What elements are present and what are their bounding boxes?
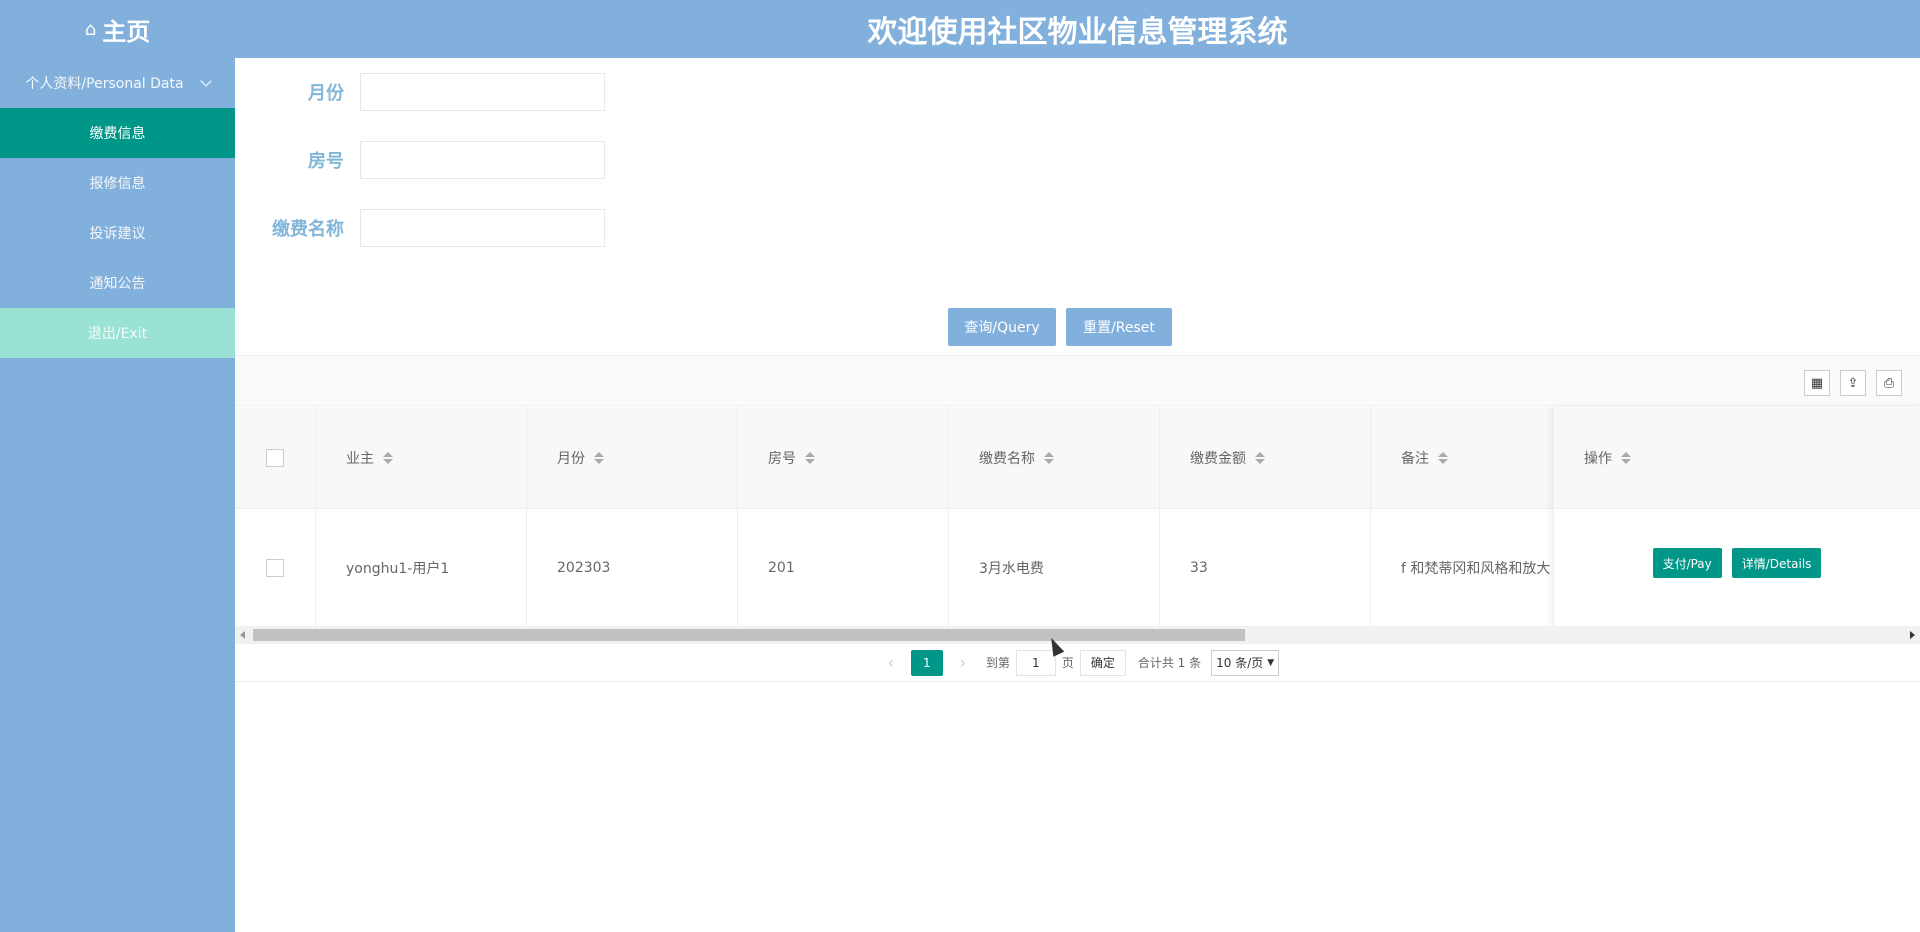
sidebar-group-personal-data[interactable]: 个人资料/Personal Data <box>0 58 235 108</box>
sidebar-item-repair-info[interactable]: 报修信息 <box>0 158 235 208</box>
system-title: 欢迎使用社区物业信息管理系统 <box>867 15 1288 50</box>
details-button[interactable]: 详情/Details <box>1731 548 1822 578</box>
prev-page-icon[interactable]: ‹ <box>876 653 906 672</box>
column-remark[interactable]: 备注 <box>1371 407 1553 508</box>
chevron-down-icon <box>199 74 212 87</box>
select-all-checkbox[interactable] <box>266 448 284 467</box>
cell-amount: 33 <box>1160 509 1371 627</box>
cell-fee-name: 3月水电费 <box>949 509 1160 627</box>
sidebar-item-notices[interactable]: 通知公告 <box>0 258 235 308</box>
reset-button[interactable]: 重置/Reset <box>1066 308 1172 346</box>
pay-button[interactable]: 支付/Pay <box>1652 548 1722 578</box>
fixed-actions-column: 操作 支付/Pay 详情/Details <box>1553 407 1920 627</box>
sort-icon[interactable] <box>594 451 604 464</box>
scrollbar-thumb[interactable] <box>253 629 1245 641</box>
sort-icon[interactable] <box>1438 451 1448 464</box>
column-actions[interactable]: 操作 <box>1554 407 1920 509</box>
table-toolbar: ▦ ⇪ ⎙ <box>235 356 1920 406</box>
column-fee-name-label: 缴费名称 <box>979 450 1035 467</box>
column-amount[interactable]: 缴费金额 <box>1160 407 1371 508</box>
column-amount-label: 缴费金额 <box>1190 450 1246 467</box>
top-bar: ⌂ 主页 欢迎使用社区物业信息管理系统 <box>0 0 1920 58</box>
query-button[interactable]: 查询/Query <box>948 308 1056 346</box>
cell-owner: yonghu1-用户1 <box>316 509 527 627</box>
column-owner-label: 业主 <box>346 450 374 467</box>
fee-name-filter: 缴费名称 <box>235 209 605 247</box>
goto-prefix: 到第 <box>985 656 1010 670</box>
row-checkbox-cell <box>235 509 316 627</box>
current-page-button[interactable]: 1 <box>910 649 943 676</box>
sort-icon[interactable] <box>1255 451 1265 464</box>
month-filter: 月份 <box>235 73 605 111</box>
sidebar: 个人资料/Personal Data 缴费信息 报修信息 投诉建议 通知公告 退… <box>0 58 235 932</box>
row-checkbox[interactable] <box>266 559 284 577</box>
sort-icon[interactable] <box>1621 451 1631 464</box>
column-remark-label: 备注 <box>1401 450 1429 467</box>
room-input[interactable] <box>360 141 605 179</box>
fee-name-input[interactable] <box>360 209 605 247</box>
header-checkbox-cell <box>235 407 316 508</box>
goto-suffix: 页 <box>1061 656 1074 670</box>
cell-remark: f 和梵蒂冈和风格和放大 <box>1401 561 1551 577</box>
room-filter: 房号 <box>235 141 605 179</box>
sort-icon[interactable] <box>805 451 815 464</box>
pagination: ‹ 1 › 到第 1 页 确定 合计共 1 条 10 条/页 ▼ <box>235 644 1920 682</box>
sidebar-item-complaints[interactable]: 投诉建议 <box>0 208 235 258</box>
goto-page-input[interactable]: 1 <box>1015 649 1056 676</box>
columns-icon[interactable]: ▦ <box>1804 370 1830 396</box>
page-size-value: 10 条/页 <box>1216 656 1264 670</box>
month-label: 月份 <box>308 83 344 104</box>
column-room[interactable]: 房号 <box>738 407 949 508</box>
sidebar-item-exit[interactable]: 退出/Exit <box>0 308 235 358</box>
home-icon: ⌂ <box>84 18 97 40</box>
scroll-left-arrow-icon[interactable] <box>240 631 245 639</box>
column-room-label: 房号 <box>768 450 796 467</box>
total-count: 合计共 1 条 <box>1137 656 1202 670</box>
column-month-label: 月份 <box>557 450 585 467</box>
sort-icon[interactable] <box>1044 451 1054 464</box>
main-content: 月份 房号 缴费名称 查询/Query 重置/Reset ▦ ⇪ ⎙ 业主 月份 <box>235 58 1920 932</box>
month-input[interactable] <box>360 73 605 111</box>
home-link[interactable]: ⌂ 主页 <box>0 0 235 58</box>
column-actions-label: 操作 <box>1584 450 1612 467</box>
print-icon[interactable]: ⎙ <box>1876 370 1902 396</box>
sidebar-item-payment-info[interactable]: 缴费信息 <box>0 108 235 158</box>
next-page-icon[interactable]: › <box>948 653 978 672</box>
scroll-right-arrow-icon[interactable] <box>1910 631 1915 639</box>
room-label: 房号 <box>308 151 344 172</box>
fee-name-label: 缴费名称 <box>272 219 344 240</box>
sidebar-group-label: 个人资料/Personal Data <box>25 76 184 92</box>
sort-icon[interactable] <box>383 451 393 464</box>
cell-month: 202303 <box>527 509 738 627</box>
column-fee-name[interactable]: 缴费名称 <box>949 407 1160 508</box>
page-size-select[interactable]: 10 条/页 ▼ <box>1211 649 1280 676</box>
cell-room: 201 <box>738 509 949 627</box>
home-label: 主页 <box>102 17 151 46</box>
chevron-down-icon: ▼ <box>1267 657 1275 668</box>
cell-actions: 支付/Pay 详情/Details <box>1554 509 1920 627</box>
horizontal-scrollbar[interactable] <box>235 626 1920 644</box>
export-icon[interactable]: ⇪ <box>1840 370 1866 396</box>
goto-confirm-button[interactable]: 确定 <box>1079 649 1126 676</box>
column-owner[interactable]: 业主 <box>316 407 527 508</box>
column-month[interactable]: 月份 <box>527 407 738 508</box>
